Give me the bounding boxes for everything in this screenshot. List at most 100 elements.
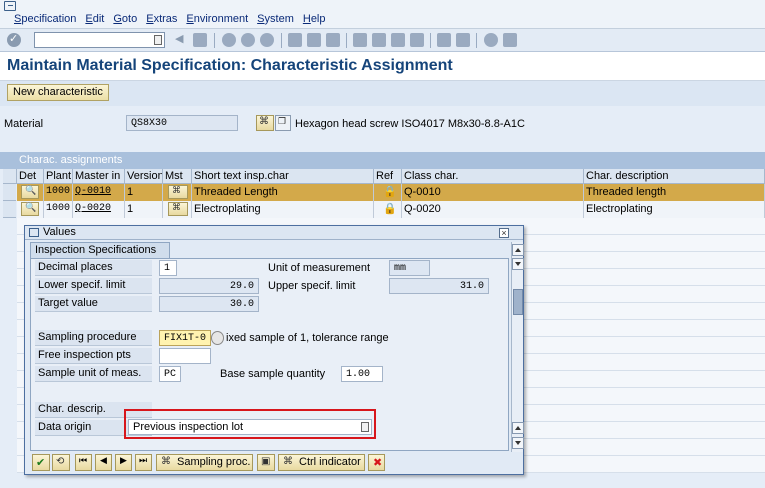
ctrl-indicator-button[interactable]: ⌘ Ctrl indicator: [278, 454, 365, 471]
decimal-places-field[interactable]: 1: [159, 260, 177, 276]
ctrl-indicator-label: Ctrl indicator: [299, 456, 361, 468]
new-characteristic-button[interactable]: New characteristic: [7, 84, 109, 101]
command-field[interactable]: [34, 32, 165, 48]
lower-limit-field[interactable]: 29.0: [159, 278, 259, 294]
display-icon[interactable]: ❐: [275, 115, 291, 131]
sampling-proc-icon: ⌘: [161, 456, 171, 467]
layout-menu-icon[interactable]: [503, 33, 517, 47]
detail-icon[interactable]: 🔍: [21, 202, 39, 216]
column-header-plant[interactable]: Plant: [44, 169, 73, 184]
sampling-search-icon[interactable]: [211, 331, 224, 345]
first-record-icon[interactable]: ⏮: [75, 454, 92, 471]
system-menu-icon[interactable]: [4, 1, 16, 11]
row-selector[interactable]: [3, 184, 16, 201]
sample-unit-field[interactable]: PC: [159, 366, 181, 382]
free-inspection-pts-field[interactable]: [159, 348, 211, 364]
lock-icon: 🔒: [383, 202, 397, 215]
column-header-mst[interactable]: Mst: [163, 169, 192, 184]
target-value-field[interactable]: 30.0: [159, 296, 259, 312]
sampling-procedure-label: Sampling procedure: [35, 330, 152, 346]
dialog-title: Values: [43, 226, 76, 238]
first-page-icon[interactable]: [353, 33, 367, 47]
menu-edit[interactable]: Edit: [85, 13, 104, 25]
last-page-icon[interactable]: [410, 33, 424, 47]
master-char-icon[interactable]: ⌘: [168, 202, 188, 216]
column-header-short-text[interactable]: Short text insp.char: [192, 169, 374, 184]
exit-icon[interactable]: [241, 33, 255, 47]
inspection-icon[interactable]: ▣: [257, 454, 275, 471]
column-header-det[interactable]: Det: [17, 169, 44, 184]
help-icon[interactable]: [484, 33, 498, 47]
menu-extras[interactable]: Extras: [146, 13, 177, 25]
uom-field[interactable]: mm: [389, 260, 430, 276]
cell-short-text: Threaded Length: [192, 184, 374, 201]
characteristic-icon[interactable]: ⌘: [256, 115, 274, 131]
tab-inspection-specifications[interactable]: Inspection Specifications: [30, 242, 170, 258]
find-icon[interactable]: [307, 33, 321, 47]
sampling-procedure-field[interactable]: FIX1T-0: [159, 330, 211, 346]
menu-help[interactable]: Help: [303, 13, 326, 25]
previous-record-icon[interactable]: ◀: [95, 454, 112, 471]
column-header-version[interactable]: Version: [125, 169, 163, 184]
shortcut-icon[interactable]: [456, 33, 470, 47]
cell-description: Threaded length: [584, 184, 765, 201]
close-icon[interactable]: ×: [499, 228, 509, 238]
scroll-down-icon[interactable]: [512, 437, 524, 449]
print-icon[interactable]: [288, 33, 302, 47]
cell-master[interactable]: Q-0020: [73, 201, 125, 218]
table-row[interactable]: 🔍 1000 Q-0010 1 ⌘ Threaded Length 🔒 Q-00…: [17, 184, 765, 201]
column-header-master[interactable]: Master in: [73, 169, 125, 184]
row-selector[interactable]: [3, 201, 16, 218]
back-arrow-icon[interactable]: ◀: [175, 33, 183, 47]
cell-plant: 1000: [44, 201, 73, 218]
menu-specification[interactable]: Specification: [14, 13, 76, 25]
save-icon[interactable]: [193, 33, 207, 47]
new-session-icon[interactable]: [437, 33, 451, 47]
confirm-icon[interactable]: ✔: [32, 454, 50, 471]
scroll-down-icon[interactable]: [512, 258, 524, 270]
scroll-thumb[interactable]: [513, 289, 523, 315]
column-header-char-description[interactable]: Char. description: [584, 169, 765, 184]
material-field[interactable]: QS8X30: [126, 115, 238, 131]
last-record-icon[interactable]: ⏭: [135, 454, 152, 471]
sampling-proc-label: Sampling proc.: [177, 456, 251, 468]
select-all-header[interactable]: [3, 169, 17, 184]
cell-master[interactable]: Q-0010: [73, 184, 125, 201]
previous-page-icon[interactable]: [372, 33, 386, 47]
command-dropdown-icon[interactable]: [154, 35, 162, 45]
master-char-icon[interactable]: ⌘: [168, 185, 188, 199]
menu-environment[interactable]: Environment: [186, 13, 248, 25]
cell-class-char: Q-0020: [402, 201, 584, 218]
next-record-icon[interactable]: ▶: [115, 454, 132, 471]
free-inspection-pts-label: Free inspection pts: [35, 348, 152, 364]
scroll-up-icon[interactable]: [512, 244, 524, 256]
data-origin-highlight: [124, 409, 376, 439]
enter-icon[interactable]: [7, 32, 21, 47]
menu-goto[interactable]: Goto: [113, 13, 137, 25]
base-sample-qty-field[interactable]: 1.00: [341, 366, 383, 382]
column-header-class-char[interactable]: Class char.: [402, 169, 584, 184]
cell-short-text: Electroplating: [192, 201, 374, 218]
scroll-up-icon[interactable]: [512, 422, 524, 434]
menu-system[interactable]: System: [257, 13, 294, 25]
tab-label: Inspection Specifications: [35, 244, 157, 256]
cell-version: 1: [125, 201, 163, 218]
sampling-proc-button[interactable]: ⌘ Sampling proc.: [156, 454, 253, 471]
back-icon[interactable]: [222, 33, 236, 47]
cancel-icon[interactable]: [260, 33, 274, 47]
detail-icon[interactable]: 🔍: [21, 185, 39, 199]
menu-bar: Specification Edit Goto Extras Environme…: [0, 0, 765, 29]
upper-limit-field[interactable]: 31.0: [389, 278, 489, 294]
column-header-ref[interactable]: Ref: [374, 169, 402, 184]
target-value-label: Target value: [35, 296, 152, 312]
decimal-places-label: Decimal places: [35, 260, 152, 276]
next-page-icon[interactable]: [391, 33, 405, 47]
find-next-icon[interactable]: [326, 33, 340, 47]
cancel-dialog-icon[interactable]: ✖: [368, 454, 385, 471]
table-row[interactable]: 🔍 1000 Q-0020 1 ⌘ Electroplating 🔒 Q-002…: [17, 201, 765, 218]
dialog-title-bar: Values ×: [25, 226, 523, 240]
ctrl-indicator-icon: ⌘: [283, 456, 293, 467]
dialog-footer: ✔ ⟲ ⏮ ◀ ▶ ⏭ ⌘ Sampling proc. ▣ ⌘ Ctrl indi…: [30, 453, 520, 473]
refresh-icon[interactable]: ⟲: [52, 454, 70, 471]
dialog-scrollbar[interactable]: [511, 242, 524, 452]
